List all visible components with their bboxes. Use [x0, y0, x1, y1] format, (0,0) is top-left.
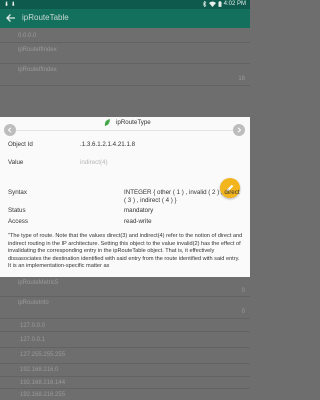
list-item-label: ipRouteIfIndex — [18, 67, 57, 73]
previous-button[interactable] — [4, 124, 16, 136]
syntax-value-line1: INTEGER { other ( 1 ) , invalid ( 2 ) , … — [124, 189, 240, 196]
list-item-label: 0.0.0.0 — [18, 33, 37, 39]
value-label: Value — [8, 159, 24, 166]
dialog-divider — [8, 130, 242, 131]
back-arrow-icon[interactable] — [5, 12, 17, 24]
status-value: mandatory — [124, 207, 154, 214]
list-item[interactable]: 127.0.0.1 — [0, 332, 250, 348]
list-item-value: 0 — [241, 309, 245, 315]
access-value: read-write — [124, 218, 152, 225]
object-id-value: .1.3.6.1.2.1.4.21.1.8 — [80, 141, 136, 148]
status-time: 4:02 PM — [223, 1, 246, 7]
access-label: Access — [8, 218, 28, 225]
list-item[interactable]: 127.0.0.0 — [0, 319, 250, 332]
status-bar: ⬇ ⬇ 4:02 PM — [0, 0, 250, 9]
leaf-icon — [104, 119, 110, 127]
list-item-label: 127.0.0.0 — [20, 323, 46, 329]
status-indicators: 4:02 PM — [202, 1, 246, 7]
app-bar-title: ipRouteTable — [22, 13, 69, 22]
list-item-label: 192.168.216.0 — [20, 367, 59, 373]
wifi-icon — [208, 1, 216, 7]
list-item-label: ipRouteInfo — [18, 300, 49, 306]
value-field[interactable]: indirect(4) — [80, 159, 108, 166]
app-bar: ipRouteTable — [0, 9, 250, 28]
list-item-label: ipRouteIfIndex — [18, 47, 57, 53]
chevron-left-icon — [7, 127, 12, 133]
list-item-label: 127.255.255.255 — [20, 352, 66, 358]
list-item[interactable]: 192.168.216.0 — [0, 364, 250, 377]
list-item-label: 192.168.216.255 — [20, 392, 66, 398]
syntax-value-line2: ( 3 ) , indirect ( 4 ) } — [124, 197, 177, 204]
list-item-label: ipRouteMetric5 — [18, 280, 59, 286]
chevron-right-icon — [237, 127, 242, 133]
battery-icon — [218, 1, 222, 7]
bluetooth-icon — [202, 1, 207, 7]
mib-table-list: 0.0.0.0 ipRouteIfIndex ipRouteIfIndex 16… — [0, 28, 250, 400]
list-item[interactable]: 192.168.216.144 — [0, 377, 250, 389]
dialog-title: ipRouteType — [116, 119, 151, 126]
list-item[interactable]: ipRouteIfIndex 16 — [0, 64, 250, 86]
next-button[interactable] — [233, 124, 245, 136]
list-item-value: 0 — [241, 288, 245, 294]
syntax-label: Syntax — [8, 189, 27, 196]
status-label: Status — [8, 207, 26, 214]
list-item-label: 127.0.0.1 — [20, 337, 46, 343]
list-item[interactable]: 127.255.255.255 — [0, 348, 250, 364]
list-item[interactable]: ipRouteMetric5 0 — [0, 277, 250, 297]
list-item-value: 16 — [238, 76, 245, 82]
list-item-label: 192.168.216.144 — [20, 380, 66, 386]
list-item[interactable]: ipRouteIfIndex — [0, 43, 250, 64]
object-id-label: Object Id — [8, 141, 33, 148]
object-detail-dialog: ipRouteType Object Id .1.3.6.1.2.1.4.21.… — [0, 117, 250, 277]
description-text: "The type of route. Note that the values… — [8, 233, 243, 270]
list-item[interactable]: 192.168.216.255 — [0, 389, 250, 400]
notification-icons: ⬇ ⬇ — [4, 2, 16, 8]
list-item[interactable]: ipRouteInfo 0 — [0, 297, 250, 319]
list-item[interactable]: 0.0.0.0 — [0, 28, 250, 43]
